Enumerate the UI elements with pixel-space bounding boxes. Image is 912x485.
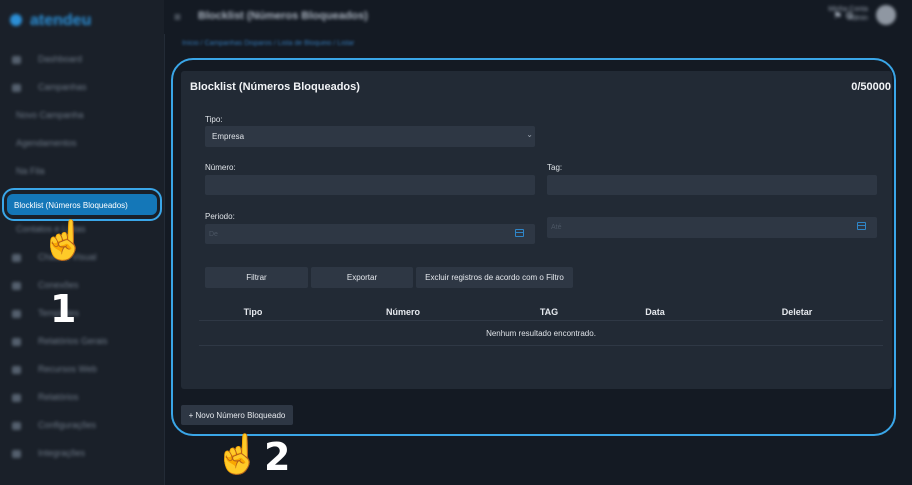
- date-to-input[interactable]: Até: [547, 217, 877, 238]
- periodo-label: Periodo:: [205, 212, 235, 221]
- table-row-divider: [199, 345, 883, 346]
- tipo-select[interactable]: Empresa ⌄: [205, 126, 535, 147]
- calendar-icon[interactable]: [515, 229, 524, 237]
- logo-text: atendeu: [30, 12, 92, 29]
- sidebar-item[interactable]: Dashboard: [0, 46, 164, 74]
- export-button[interactable]: Exportar: [311, 267, 413, 288]
- sidebar-item[interactable]: Conexões: [0, 272, 164, 300]
- delete-filtered-button[interactable]: Excluir registros de acordo com o Filtro: [416, 267, 573, 288]
- tipo-label: Tipo:: [205, 115, 223, 124]
- sidebar-item[interactable]: Agendamentos: [0, 130, 164, 158]
- sidebar-item-label: Na Fila: [16, 166, 45, 176]
- sidebar-item-label: Relatórios: [38, 392, 79, 402]
- column-header-numero[interactable]: Número: [386, 307, 420, 317]
- pointing-hand-icon: ☝️: [214, 434, 262, 476]
- column-header-deletar[interactable]: Deletar: [782, 307, 813, 317]
- avatar[interactable]: [876, 5, 896, 25]
- sidebar-item[interactable]: Novo Campanha: [0, 102, 164, 130]
- user-role: Admin: [848, 15, 868, 22]
- app-logo[interactable]: atendeu: [10, 10, 130, 30]
- menu-item-icon: [12, 254, 21, 262]
- card-title: Blocklist (Números Bloqueados): [190, 81, 360, 93]
- date-from-placeholder: De: [209, 231, 218, 238]
- menu-item-icon: [12, 394, 21, 402]
- table-header-divider: [199, 320, 883, 321]
- date-to-placeholder: Até: [551, 224, 562, 231]
- date-from-input[interactable]: De: [205, 224, 535, 244]
- user-name: Minha Conta: [828, 6, 868, 13]
- sidebar-item[interactable]: Relatórios: [0, 384, 164, 412]
- empty-table-message: Nenhum resultado encontrado.: [486, 329, 596, 338]
- menu-item-icon: [12, 84, 21, 92]
- page-title: Blocklist (Números Bloqueados): [198, 10, 368, 22]
- menu-icon[interactable]: ≡: [174, 10, 181, 24]
- blocklist-count: 0/50000: [851, 81, 891, 93]
- sidebar-item[interactable]: Relatórios Gerais: [0, 328, 164, 356]
- sidebar-item[interactable]: Campanhas: [0, 74, 164, 102]
- blocklist-card: Blocklist (Números Bloqueados) 0/50000 T…: [181, 71, 892, 389]
- calendar-icon[interactable]: [857, 222, 866, 230]
- sidebar-item-label: Blocklist (Números Bloqueados): [14, 201, 128, 210]
- menu-item-icon: [12, 338, 21, 346]
- menu-item-icon: [12, 310, 21, 318]
- sidebar-item[interactable]: Integrações: [0, 440, 164, 468]
- sidebar-item[interactable]: Templates: [0, 300, 164, 328]
- sidebar-item-label: Novo Campanha: [16, 110, 84, 120]
- numero-input[interactable]: [205, 175, 535, 195]
- sidebar-item-label: Recursos Web: [38, 364, 97, 374]
- sidebar-item[interactable]: Na Fila: [0, 158, 164, 186]
- pointing-hand-icon: ☝️: [40, 220, 88, 262]
- menu-item-icon: [12, 366, 21, 374]
- sidebar-item-blocklist[interactable]: Blocklist (Números Bloqueados): [2, 188, 162, 221]
- menu-item-icon: [12, 422, 21, 430]
- sidebar-nav: Dashboard Campanhas Novo Campanha Agendamen…: [0, 46, 164, 186]
- sidebar-item[interactable]: Configurações: [0, 412, 164, 440]
- top-header: ≡ Blocklist (Números Bloqueados) ⚑ ⚙ Min…: [164, 0, 912, 34]
- sidebar-item[interactable]: Recursos Web: [0, 356, 164, 384]
- sidebar-item-label: Dashboard: [38, 54, 83, 64]
- column-header-tag[interactable]: TAG: [540, 307, 558, 317]
- filter-button[interactable]: Filtrar: [205, 267, 308, 288]
- user-menu[interactable]: Minha Conta Admin: [828, 5, 868, 23]
- sidebar-item-label: Integrações: [38, 448, 86, 458]
- tag-input[interactable]: [547, 175, 877, 195]
- step-number-1: 1: [50, 287, 77, 331]
- add-blocked-number-button[interactable]: + Novo Número Bloqueado: [181, 405, 293, 425]
- step-number-2: 2: [264, 435, 291, 479]
- menu-item-icon: [12, 282, 21, 290]
- sidebar-item-blocklist-bg: Blocklist (Números Bloqueados): [7, 194, 157, 215]
- menu-item-icon: [12, 450, 21, 458]
- tipo-value: Empresa: [212, 132, 245, 141]
- numero-label: Número:: [205, 163, 236, 172]
- chevron-down-icon: ⌄: [526, 130, 533, 139]
- breadcrumb[interactable]: Início / Campanhas Disparos / Lista de B…: [182, 40, 354, 47]
- column-header-data[interactable]: Data: [645, 307, 665, 317]
- sidebar-item-label: Relatórios Gerais: [38, 336, 108, 346]
- tag-label: Tag:: [547, 163, 563, 172]
- sidebar-item-label: Agendamentos: [16, 138, 77, 148]
- logo-icon: [10, 14, 22, 26]
- column-header-tipo[interactable]: Tipo: [244, 307, 263, 317]
- sidebar-item-label: Configurações: [38, 420, 97, 430]
- sidebar-item-label: Campanhas: [38, 82, 87, 92]
- menu-item-icon: [12, 56, 21, 64]
